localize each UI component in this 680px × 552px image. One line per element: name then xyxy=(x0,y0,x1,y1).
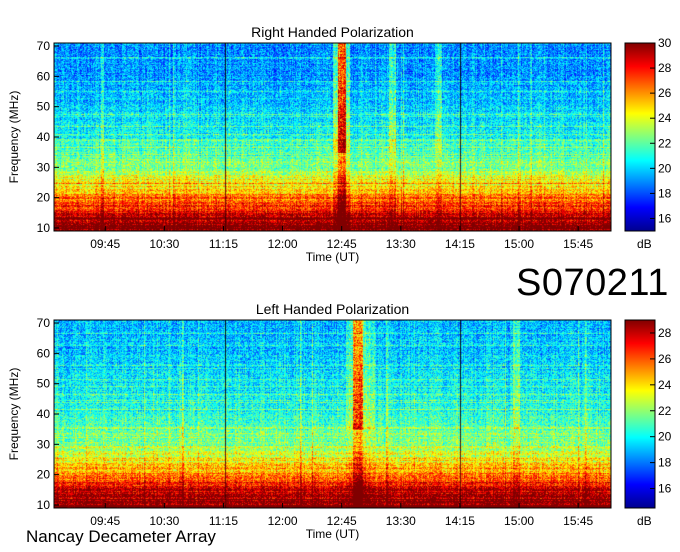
colorbar-label: dB xyxy=(637,514,652,528)
y-tick-label: 20 xyxy=(37,191,51,205)
colorbar-tick-label: 26 xyxy=(658,352,672,366)
x-axis-label: Time (UT) xyxy=(306,527,360,541)
y-axis-label: Frequency (MHz) xyxy=(7,368,21,461)
x-tick-label: 09:45 xyxy=(90,514,120,528)
colorbar-tick-label: 28 xyxy=(658,326,672,340)
y-tick-label: 50 xyxy=(37,100,51,114)
x-tick-label: 14:15 xyxy=(445,514,475,528)
colorbar-tick-label: 22 xyxy=(658,404,672,418)
observation-id: S070211 xyxy=(516,262,669,304)
colorbar-tick-label: 22 xyxy=(658,136,672,150)
x-axis-label: Time (UT) xyxy=(306,250,360,264)
y-tick-label: 30 xyxy=(37,437,51,451)
colorbar xyxy=(624,319,656,509)
colorbar-label: dB xyxy=(637,237,652,251)
y-tick-label: 70 xyxy=(37,316,51,330)
x-tick-label: 09:45 xyxy=(90,237,120,251)
x-tick-label: 10:30 xyxy=(149,237,179,251)
chart-title: Right Handed Polarization xyxy=(251,24,414,40)
colorbar-tick-label: 26 xyxy=(658,86,672,100)
colorbar-tick-label: 18 xyxy=(658,456,672,470)
colorbar-tick-label: 16 xyxy=(658,482,672,496)
x-tick-label: 15:00 xyxy=(504,514,534,528)
colorbar xyxy=(624,42,656,232)
colorbar-tick-label: 24 xyxy=(658,111,672,125)
y-tick-label: 60 xyxy=(37,69,51,83)
x-tick-label: 15:45 xyxy=(563,514,593,528)
x-tick-label: 12:00 xyxy=(268,237,298,251)
y-tick-label: 40 xyxy=(37,130,51,144)
x-tick-label: 11:15 xyxy=(209,237,238,251)
x-tick-label: 12:45 xyxy=(327,514,357,528)
spectrogram-image xyxy=(54,43,611,231)
x-tick-label: 15:00 xyxy=(504,237,534,251)
x-tick-label: 11:15 xyxy=(209,514,238,528)
colorbar-tick-label: 20 xyxy=(658,161,672,175)
colorbar-tick-label: 18 xyxy=(658,186,672,200)
colorbar-tick-label: 24 xyxy=(658,378,672,392)
y-tick-label: 50 xyxy=(37,377,51,391)
colorbar-tick-label: 30 xyxy=(658,36,672,50)
x-tick-label: 10:30 xyxy=(149,514,179,528)
spectrogram-image xyxy=(54,320,611,508)
x-tick-label: 13:30 xyxy=(386,237,416,251)
y-tick-label: 20 xyxy=(37,468,51,482)
x-tick-label: 14:15 xyxy=(445,237,475,251)
colorbar-tick-label: 16 xyxy=(658,211,672,225)
chart-title: Left Handed Polarization xyxy=(256,301,409,317)
colorbar-tick-label: 28 xyxy=(658,61,672,75)
footer-label: Nancay Decameter Array xyxy=(26,527,216,546)
y-tick-label: 30 xyxy=(37,160,51,174)
panel-right-polarization: Right Handed Polarization 09:45 10:30 11:15… xyxy=(7,24,672,264)
y-tick-label: 10 xyxy=(37,221,51,235)
x-tick-label: 15:45 xyxy=(563,237,593,251)
x-tick-label: 12:45 xyxy=(327,237,357,251)
panel-left-polarization: Left Handed Polarization 09:45 10:30 11:15 1… xyxy=(7,301,672,541)
x-tick-label: 13:30 xyxy=(386,514,416,528)
y-tick-label: 40 xyxy=(37,407,51,421)
y-tick-label: 60 xyxy=(37,346,51,360)
x-tick-label: 12:00 xyxy=(268,514,298,528)
y-tick-label: 10 xyxy=(37,498,51,512)
colorbar-tick-label: 20 xyxy=(658,430,672,444)
y-tick-label: 70 xyxy=(37,39,51,53)
y-axis-label: Frequency (MHz) xyxy=(7,91,21,184)
